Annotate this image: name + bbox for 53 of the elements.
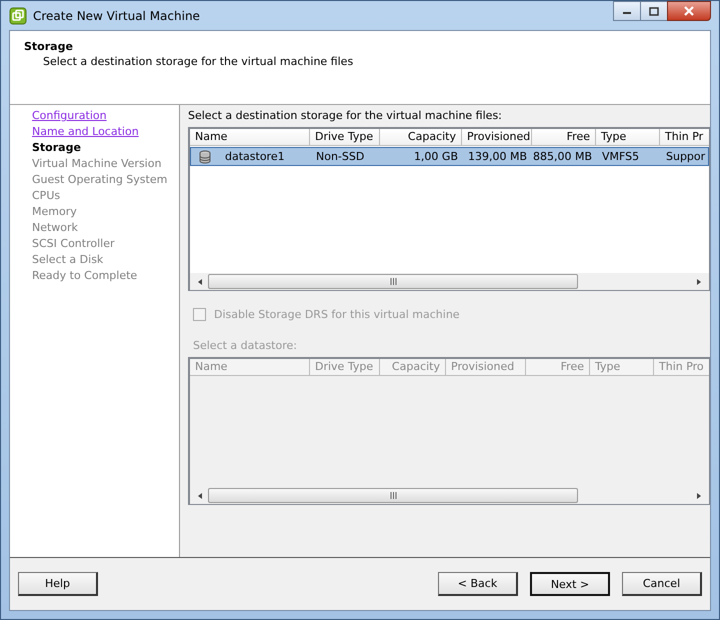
maximize-button[interactable]: [640, 1, 668, 21]
table-row[interactable]: datastore1 Non-SSD 1,00 GB 139,00 MB 885,00 MB VMFS5 Suppor: [190, 147, 709, 166]
wizard-step[interactable]: Configuration: [32, 108, 107, 124]
table-cell: 1,00 GB: [414, 150, 458, 163]
scroll-thumb[interactable]: [208, 488, 578, 503]
table-cell: VMFS5: [602, 150, 640, 163]
table-caption: Select a destination storage for the virtual machine files:: [188, 109, 502, 122]
column-header[interactable]: Free: [532, 129, 596, 145]
wizard-step: Memory: [32, 204, 77, 220]
table-cell: Suppor: [666, 150, 706, 163]
wizard-step: Virtual Machine Version: [32, 156, 162, 172]
column-header[interactable]: Capacity: [380, 129, 462, 145]
table-cell: 885,00 MB: [532, 150, 592, 163]
horizontal-scrollbar[interactable]: [190, 273, 709, 290]
column-header[interactable]: Type: [596, 129, 660, 145]
grip-icon: [388, 492, 398, 499]
wizard-step: Network: [32, 220, 78, 236]
table-cell: Non-SSD: [316, 150, 364, 163]
scroll-right-icon[interactable]: [695, 492, 703, 500]
column-header[interactable]: Provisioned: [462, 129, 532, 145]
scroll-left-icon[interactable]: [196, 278, 204, 286]
wizard-step: Ready to Complete: [32, 268, 138, 284]
dialog-button[interactable]: < Back: [438, 572, 518, 596]
dialog-button[interactable]: Cancel: [622, 572, 702, 596]
checkbox-label: Disable Storage DRS for this virtual machine: [214, 308, 460, 321]
table-caption: Select a datastore:: [193, 339, 297, 352]
database-icon: [199, 150, 211, 164]
window-title: Create New Virtual Machine: [33, 8, 200, 22]
grip-icon: [388, 278, 398, 285]
wizard-step: CPUs: [32, 188, 60, 204]
table-cell: datastore1: [225, 150, 285, 163]
wizard-step: Guest Operating System: [32, 172, 168, 188]
wizard-step: SCSI Controller: [32, 236, 114, 252]
page-subtitle: Select a destination storage for the virtual machine files: [43, 55, 354, 68]
page-title: Storage: [24, 40, 74, 53]
dialog-button[interactable]: Next >: [530, 572, 610, 596]
datastore-table[interactable]: Name Drive Type Capacity Provisioned Free Type Thin Pr datastore1 Non-SSD 1,00 GB 139,00 MB 885,00 MB VMFS5 Suppor: [188, 127, 710, 291]
column-header[interactable]: Drive Type: [310, 129, 380, 145]
column-header[interactable]: Thin Pr: [660, 129, 709, 145]
column-header[interactable]: Name: [190, 129, 310, 145]
close-icon: [683, 6, 695, 16]
help-button[interactable]: Help: [18, 572, 98, 596]
scroll-left-icon[interactable]: [196, 492, 204, 500]
scroll-right-icon[interactable]: [695, 278, 703, 286]
scroll-thumb[interactable]: [208, 274, 578, 289]
minimize-button[interactable]: [613, 1, 641, 21]
wizard-step[interactable]: Name and Location: [32, 124, 139, 140]
wizard-step: Storage: [32, 140, 81, 156]
close-button[interactable]: [667, 1, 711, 21]
maximize-icon: [649, 6, 659, 16]
table-cell: 139,00 MB: [468, 150, 528, 163]
wizard-step: Select a Disk: [32, 252, 104, 268]
app-icon: [9, 6, 27, 24]
